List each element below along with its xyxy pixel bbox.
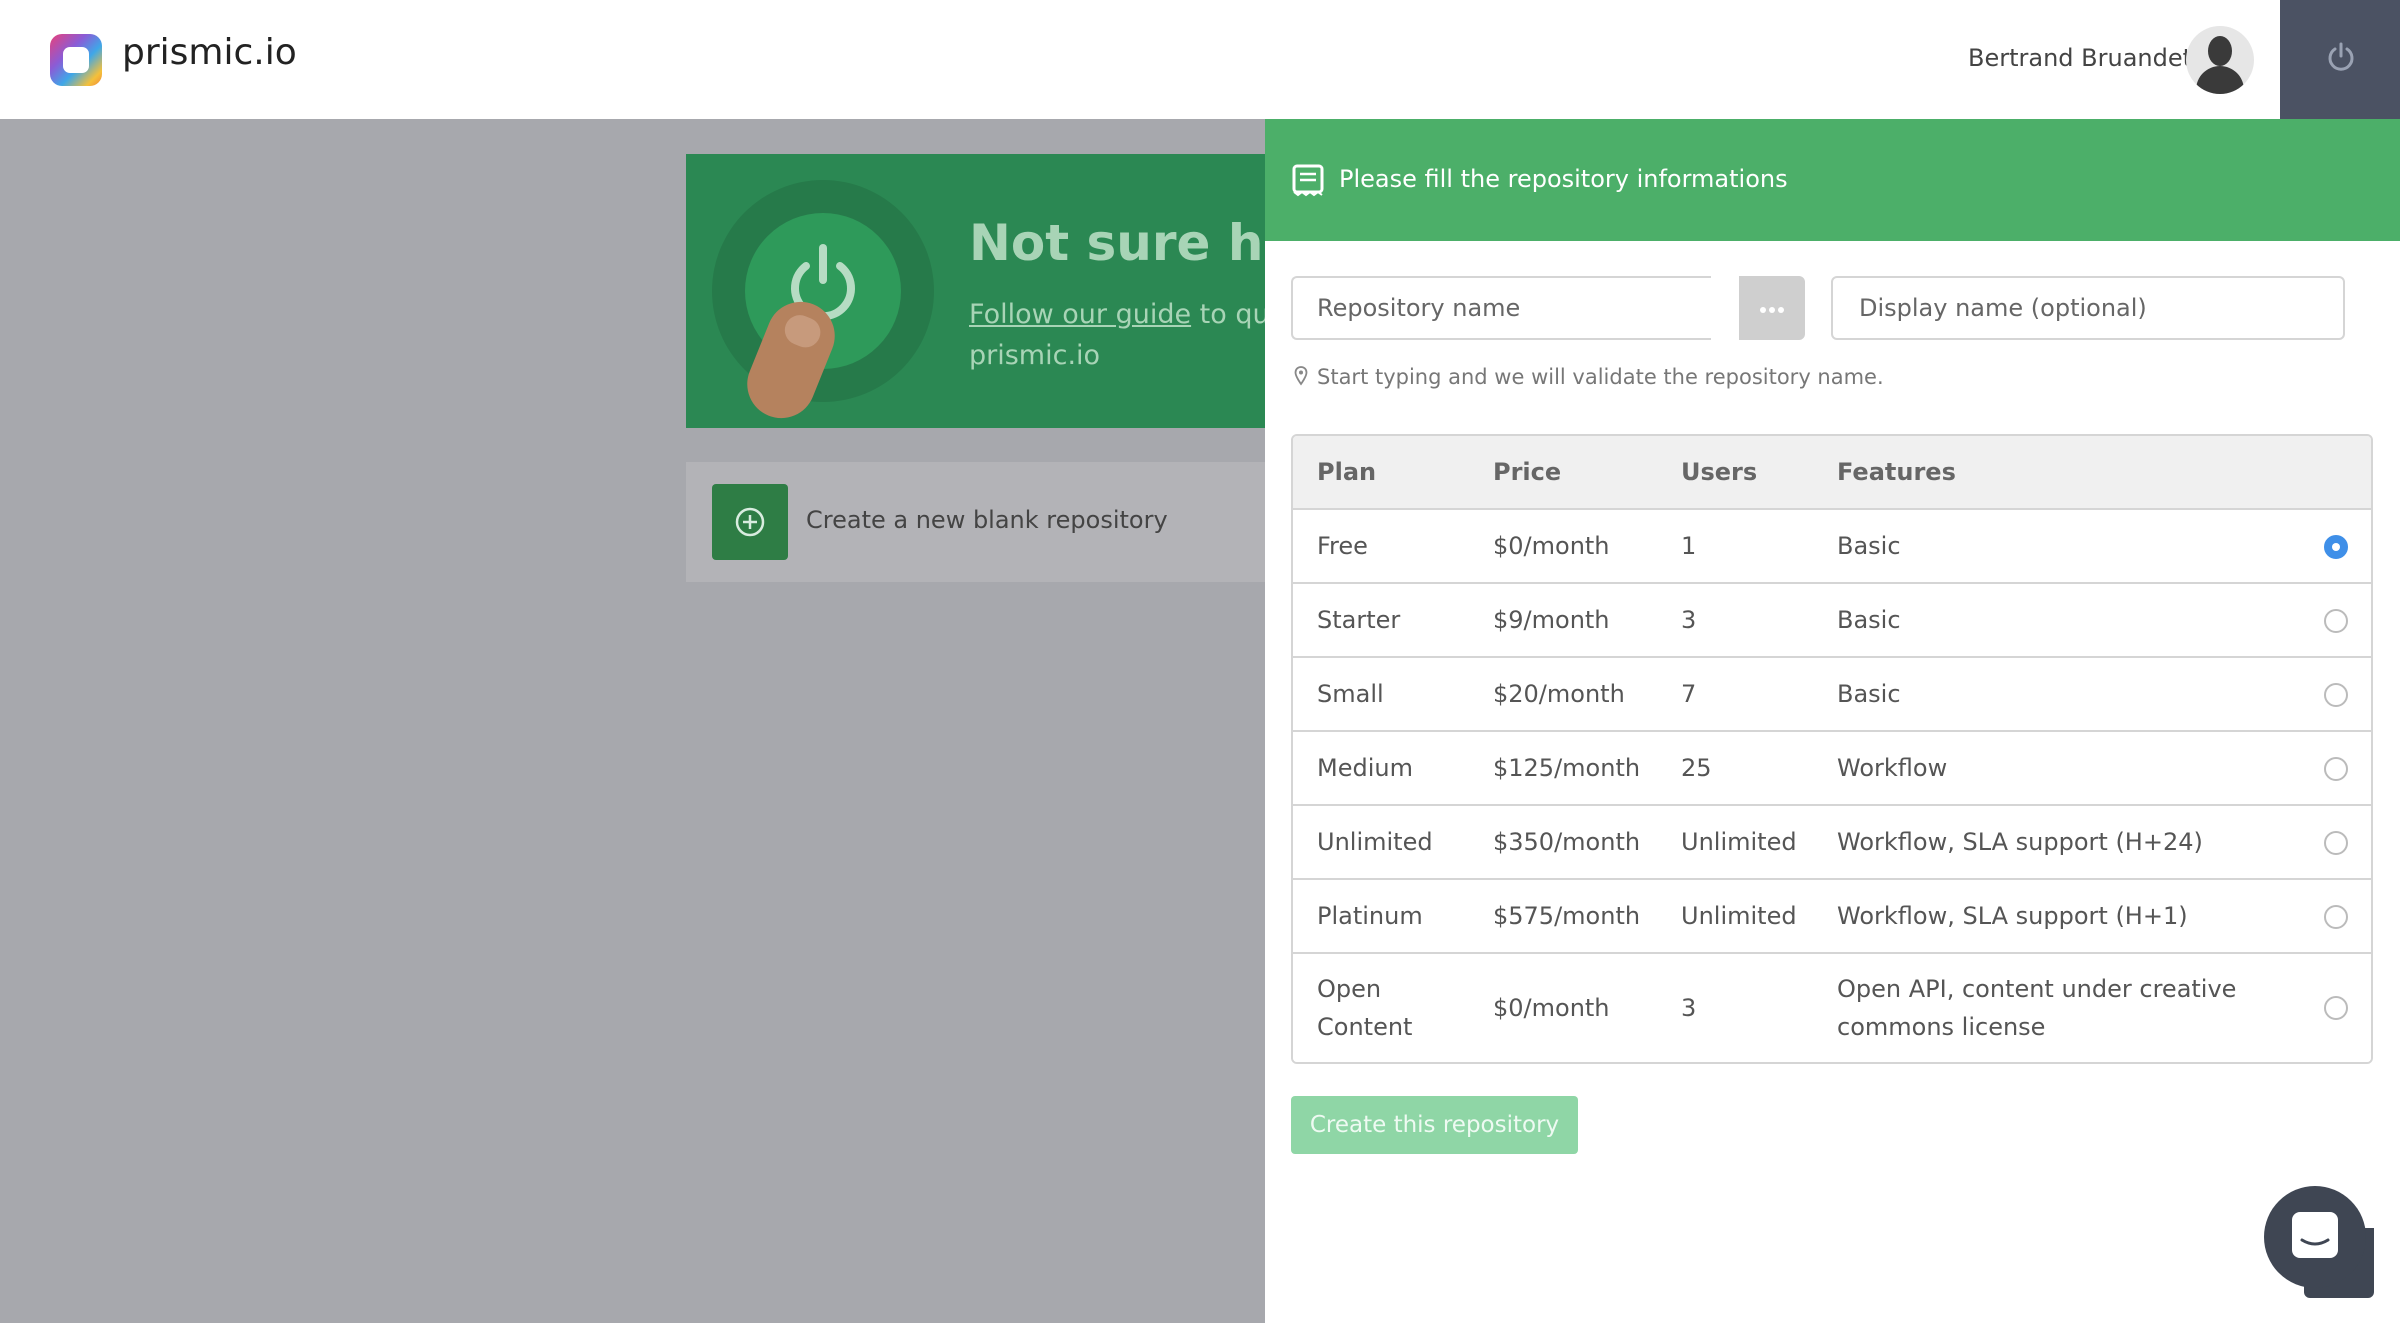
plan-features: Basic [1837, 606, 1901, 634]
validation-hint: Start typing and we will validate the re… [1317, 365, 1884, 389]
brand-name[interactable]: prismic.io [122, 32, 297, 73]
plan-features: Workflow, SLA support (H+24) [1837, 828, 2203, 856]
header-users: Users [1681, 458, 1758, 486]
plan-name: Starter [1317, 606, 1401, 634]
plan-features: Open API, content under creative commons… [1837, 975, 2237, 1041]
table-row[interactable]: Medium $125/month 25 Workflow [1293, 732, 2371, 806]
plan-users: 25 [1681, 754, 1712, 782]
top-header: prismic.io Bertrand Bruandet [0, 0, 2400, 119]
plan-radio-free[interactable] [2324, 535, 2348, 559]
plan-name: Platinum [1317, 902, 1423, 930]
table-row[interactable]: Free $0/month 1 Basic [1293, 510, 2371, 584]
plan-users: 1 [1681, 532, 1697, 560]
plan-price: $9/month [1493, 606, 1610, 634]
plan-price: $0/month [1493, 532, 1610, 560]
header-features: Features [1837, 458, 1956, 486]
plan-radio-unlimited[interactable] [2324, 831, 2348, 855]
add-circle-icon [735, 507, 765, 537]
avatar-icon [2208, 36, 2232, 66]
suggest-name-button[interactable] [1739, 276, 1805, 340]
plan-features: Basic [1837, 532, 1901, 560]
table-row[interactable]: Small $20/month 7 Basic [1293, 658, 2371, 732]
plan-name: Medium [1317, 754, 1413, 782]
document-icon [1292, 164, 1324, 197]
plan-name: Small [1317, 680, 1384, 708]
blank-repository-label: Create a new blank repository [806, 506, 1168, 534]
add-blank-repository-button[interactable] [712, 484, 788, 560]
plan-price: $125/month [1493, 754, 1641, 782]
plan-name: Open Content [1317, 975, 1413, 1041]
plan-radio-small[interactable] [2324, 683, 2348, 707]
plan-radio-platinum[interactable] [2324, 905, 2348, 929]
plan-price: $350/month [1493, 828, 1641, 856]
plan-radio-starter[interactable] [2324, 609, 2348, 633]
table-row[interactable]: Platinum $575/month Unlimited Workflow, … [1293, 880, 2371, 954]
header-plan: Plan [1317, 458, 1377, 486]
plan-radio-open-content[interactable] [2324, 996, 2348, 1020]
plan-name: Unlimited [1317, 828, 1433, 856]
panel-title: Please fill the repository informations [1339, 165, 1788, 193]
plans-table-header: Plan Price Users Features [1293, 436, 2371, 510]
new-repository-panel: Please fill the repository informations … [1265, 119, 2400, 1323]
plan-radio-medium[interactable] [2324, 757, 2348, 781]
plan-features: Basic [1837, 680, 1901, 708]
plan-features: Workflow, SLA support (H+1) [1837, 902, 2188, 930]
plan-users: 3 [1681, 606, 1697, 634]
map-marker-icon [1294, 366, 1308, 386]
plan-users: Unlimited [1681, 828, 1797, 856]
repository-name-input[interactable] [1291, 276, 1711, 340]
plans-table: Plan Price Users Features Free $0/month … [1291, 434, 2373, 1064]
plan-users: 3 [1681, 994, 1697, 1022]
avatar[interactable] [2186, 26, 2254, 94]
chat-icon [2292, 1212, 2338, 1258]
plan-features: Workflow [1837, 754, 1948, 782]
plan-price: $0/month [1493, 994, 1610, 1022]
panel-header: Please fill the repository informations [1265, 119, 2400, 241]
create-repository-button[interactable]: Create this repository [1291, 1096, 1578, 1154]
display-name-input[interactable] [1831, 276, 2345, 340]
follow-guide-link[interactable]: Follow our guide [969, 299, 1191, 330]
plan-price: $575/month [1493, 902, 1641, 930]
user-name[interactable]: Bertrand Bruandet [1968, 44, 2192, 72]
power-icon [2328, 42, 2354, 71]
power-disc-icon [712, 180, 934, 428]
table-row[interactable]: Open Content $0/month 3 Open API, conten… [1293, 954, 2371, 1062]
table-row[interactable]: Unlimited $350/month Unlimited Workflow,… [1293, 806, 2371, 880]
ellipsis-icon [1760, 307, 1766, 313]
prismic-logo-icon[interactable] [50, 34, 102, 86]
header-price: Price [1493, 458, 1562, 486]
plan-users: 7 [1681, 680, 1697, 708]
plan-name: Free [1317, 532, 1368, 560]
table-row[interactable]: Starter $9/month 3 Basic [1293, 584, 2371, 658]
plan-price: $20/month [1493, 680, 1625, 708]
chat-launcher-button[interactable] [2264, 1186, 2366, 1288]
plan-users: Unlimited [1681, 902, 1797, 930]
